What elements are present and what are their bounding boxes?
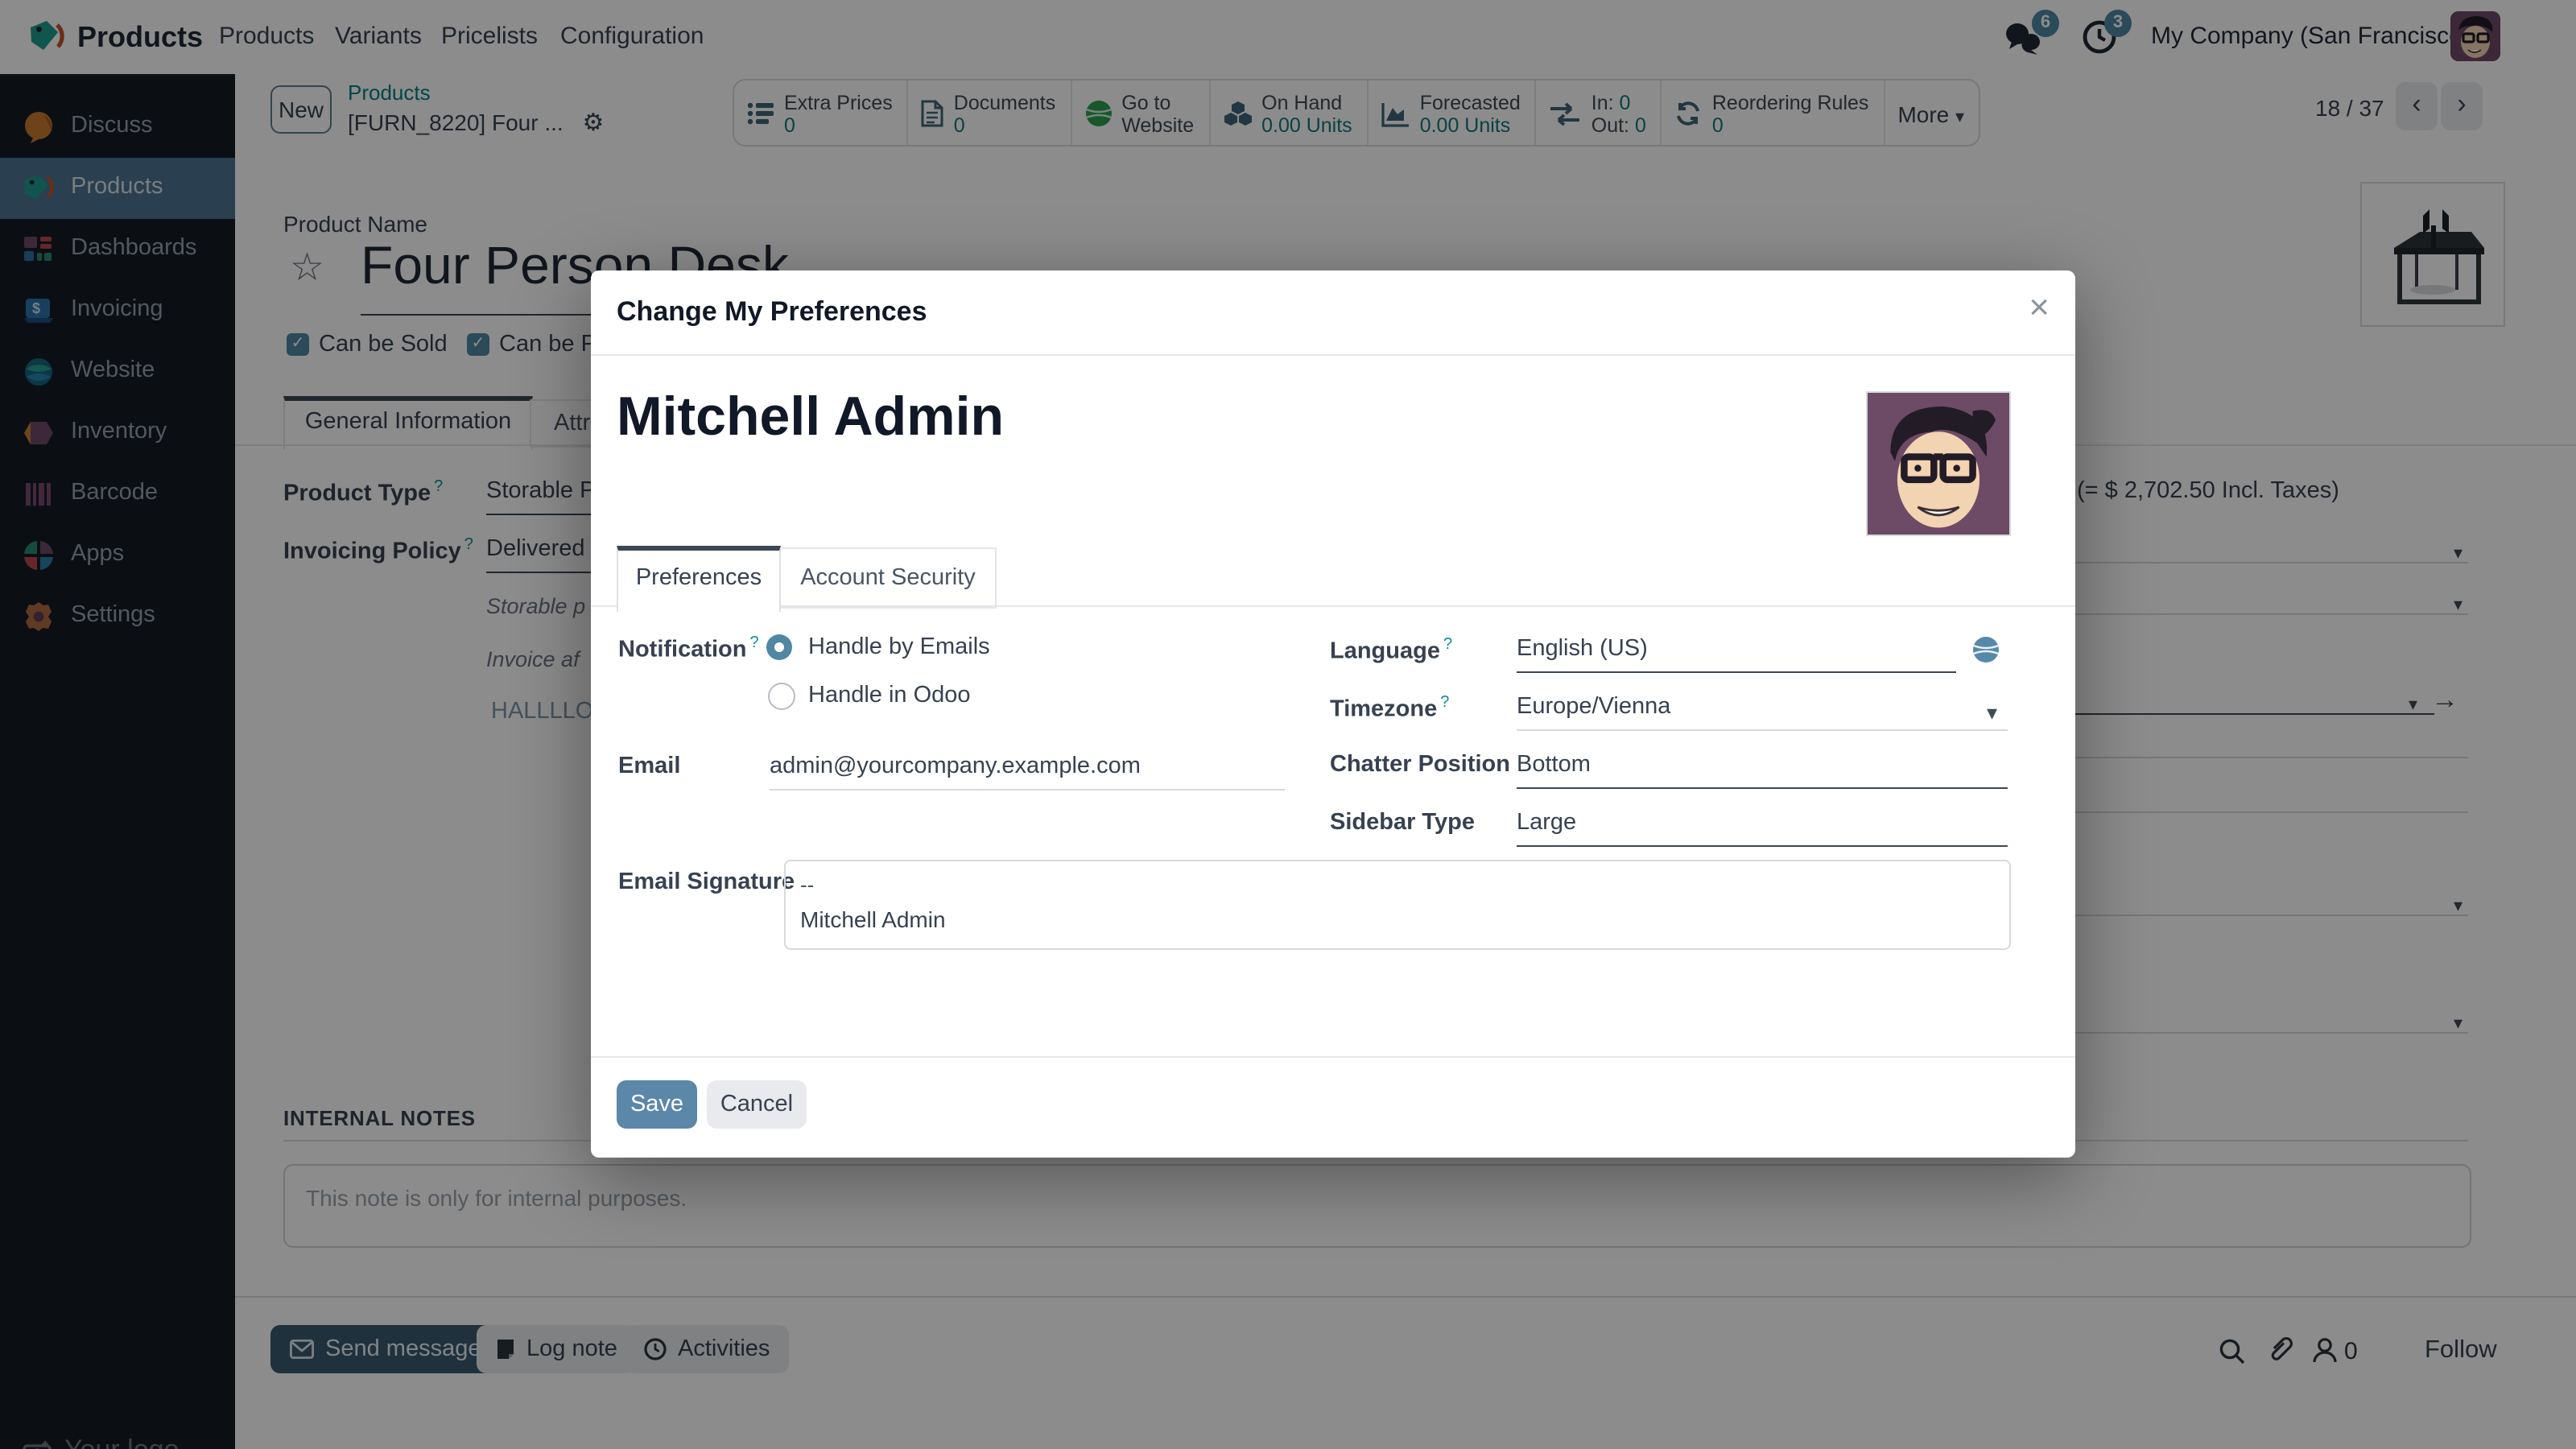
chatter-position-field[interactable]: Bottom bbox=[1517, 752, 1591, 778]
tab-preferences[interactable]: Preferences bbox=[617, 546, 781, 612]
user-profile-photo[interactable] bbox=[1866, 391, 2011, 536]
help-icon[interactable]: ? bbox=[750, 634, 759, 652]
language-label: Language? bbox=[1330, 636, 1452, 665]
radio-handle-in-odoo-label[interactable]: Handle in Odoo bbox=[808, 683, 971, 708]
user-name-heading: Mitchell Admin bbox=[617, 386, 1004, 449]
sidebar-type-underline bbox=[1517, 845, 2008, 847]
email-field[interactable]: admin@yourcompany.example.com bbox=[770, 753, 1141, 779]
radio-handle-in-odoo[interactable] bbox=[768, 683, 795, 710]
screen: Products Products Variants Pricelists Co… bbox=[0, 0, 2576, 1449]
sidebar-type-label: Sidebar Type bbox=[1330, 810, 1475, 836]
timezone-underline bbox=[1517, 729, 2008, 731]
signature-line1: -- bbox=[800, 873, 2009, 897]
signature-line2: Mitchell Admin bbox=[800, 906, 2009, 932]
help-icon[interactable]: ? bbox=[1440, 694, 1449, 712]
preferences-dialog: Change My Preferences × Mitchell Admin P… bbox=[591, 270, 2075, 1158]
email-signature-label: Email Signature bbox=[618, 869, 795, 895]
dialog-header-divider bbox=[591, 354, 2075, 356]
radio-handle-by-emails[interactable] bbox=[766, 634, 792, 660]
close-icon[interactable]: × bbox=[2029, 287, 2050, 328]
help-icon[interactable]: ? bbox=[1443, 636, 1452, 654]
user-profile-image bbox=[1868, 393, 2009, 535]
dialog-tab-divider bbox=[591, 605, 2075, 607]
tab-account-security[interactable]: Account Security bbox=[779, 547, 997, 609]
radio-handle-by-emails-label[interactable]: Handle by Emails bbox=[808, 634, 990, 660]
email-underline bbox=[770, 789, 1285, 791]
chatter-position-underline bbox=[1517, 787, 2008, 789]
notification-label: Notification? bbox=[618, 634, 759, 663]
language-field[interactable]: English (US) bbox=[1517, 636, 1648, 662]
dialog-title: Change My Preferences bbox=[617, 296, 927, 328]
timezone-label: Timezone? bbox=[1330, 694, 1449, 723]
email-label: Email bbox=[618, 753, 680, 779]
language-underline bbox=[1517, 671, 1956, 673]
save-button[interactable]: Save bbox=[617, 1080, 697, 1129]
timezone-field[interactable]: Europe/Vienna bbox=[1517, 694, 1670, 720]
globe-icon[interactable] bbox=[1972, 636, 2000, 663]
dialog-footer-divider bbox=[591, 1056, 2075, 1058]
cancel-button[interactable]: Cancel bbox=[707, 1080, 807, 1129]
chevron-down-icon[interactable]: ▾ bbox=[1987, 700, 1997, 726]
chatter-position-label: Chatter Position bbox=[1330, 752, 1510, 778]
sidebar-type-field[interactable]: Large bbox=[1517, 810, 1576, 836]
email-signature-editor[interactable]: -- Mitchell Admin bbox=[784, 860, 2011, 950]
